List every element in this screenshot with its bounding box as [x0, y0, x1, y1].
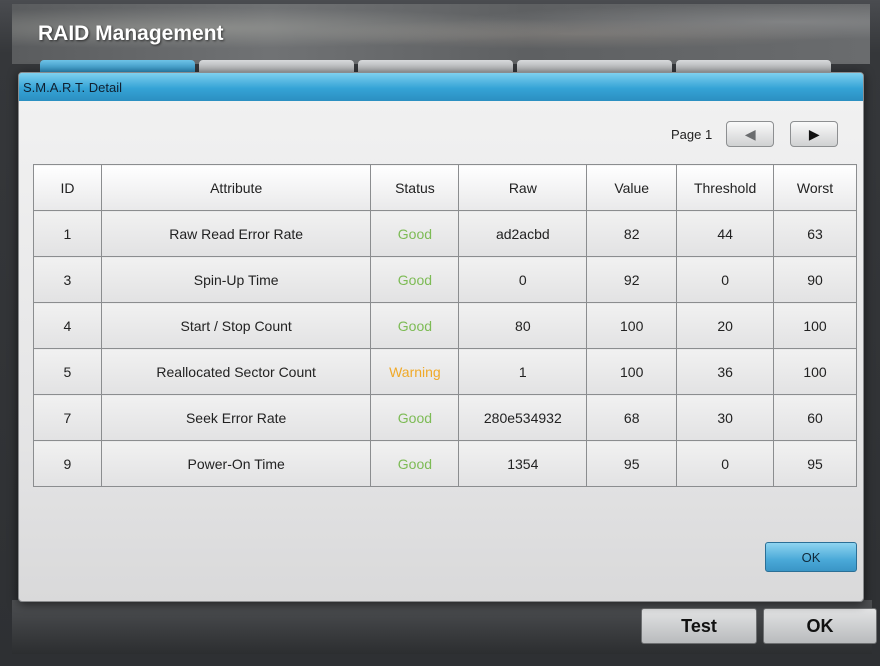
dialog-titlebar: S.M.A.R.T. Detail: [19, 73, 863, 101]
table-row: 5 Reallocated Sector Count Warning 1 100…: [33, 348, 857, 395]
cell-worst: 100: [773, 348, 857, 395]
test-button[interactable]: Test: [641, 608, 757, 644]
cell-value: 68: [586, 394, 678, 441]
cell-value: 100: [586, 302, 678, 349]
column-header-attribute: Attribute: [100, 164, 372, 211]
cell-raw: ad2acbd: [458, 210, 588, 257]
table-header-row: ID Attribute Status Raw Value Threshold …: [33, 164, 857, 211]
cell-status: Good: [370, 256, 460, 303]
table-row: 7 Seek Error Rate Good 280e534932 68 30 …: [33, 394, 857, 441]
cell-id: 4: [33, 302, 102, 349]
column-header-worst: Worst: [773, 164, 857, 211]
window-ok-button[interactable]: OK: [763, 608, 877, 644]
cell-attribute: Start / Stop Count: [100, 302, 372, 349]
page-label: Page 1: [671, 126, 713, 142]
cell-id: 5: [33, 348, 102, 395]
cell-value: 82: [586, 210, 678, 257]
next-page-button[interactable]: ▶: [790, 121, 839, 147]
main-tab-3[interactable]: [358, 60, 513, 72]
cell-threshold: 0: [676, 440, 775, 487]
previous-page-button[interactable]: ◀: [726, 121, 775, 147]
table-row: 4 Start / Stop Count Good 80 100 20 100: [33, 302, 857, 349]
cell-worst: 100: [773, 302, 857, 349]
cell-raw: 280e534932: [458, 394, 588, 441]
column-header-raw: Raw: [458, 164, 588, 211]
cell-attribute: Raw Read Error Rate: [100, 210, 372, 257]
cell-raw: 0: [458, 256, 588, 303]
cell-status: Warning: [370, 348, 460, 395]
window-title: RAID Management: [38, 22, 224, 45]
cell-value: 95: [586, 440, 678, 487]
cell-raw: 80: [458, 302, 588, 349]
cell-status: Good: [370, 394, 460, 441]
cell-worst: 95: [773, 440, 857, 487]
cell-worst: 63: [773, 210, 857, 257]
cell-attribute: Reallocated Sector Count: [100, 348, 372, 395]
table-row: 3 Spin-Up Time Good 0 92 0 90: [33, 256, 857, 303]
table-row: 9 Power-On Time Good 1354 95 0 95: [33, 440, 857, 487]
triangle-right-icon: ▶: [808, 125, 820, 142]
cell-status: Good: [370, 302, 460, 349]
table-row: 1 Raw Read Error Rate Good ad2acbd 82 44…: [33, 210, 857, 257]
cell-id: 7: [33, 394, 102, 441]
column-header-status: Status: [370, 164, 460, 211]
main-tab-strip: [40, 60, 831, 72]
column-header-threshold: Threshold: [676, 164, 775, 211]
main-tab-5[interactable]: [676, 60, 831, 72]
cell-id: 1: [33, 210, 102, 257]
column-header-id: ID: [33, 164, 102, 211]
cell-value: 92: [586, 256, 678, 303]
triangle-left-icon: ◀: [744, 125, 756, 142]
pager: Page 1 ◀ ▶: [671, 121, 839, 147]
cell-attribute: Power-On Time: [100, 440, 372, 487]
cell-attribute: Spin-Up Time: [100, 256, 372, 303]
dialog-title: S.M.A.R.T. Detail: [23, 79, 122, 95]
main-tab-4[interactable]: [517, 60, 672, 72]
main-tab-1[interactable]: [40, 60, 195, 72]
cell-threshold: 20: [676, 302, 775, 349]
main-tab-2[interactable]: [199, 60, 354, 72]
cell-raw: 1354: [458, 440, 588, 487]
cell-threshold: 44: [676, 210, 775, 257]
cell-worst: 60: [773, 394, 857, 441]
cell-status: Good: [370, 440, 460, 487]
cell-id: 3: [33, 256, 102, 303]
cell-raw: 1: [458, 348, 588, 395]
smart-table: ID Attribute Status Raw Value Threshold …: [33, 164, 857, 487]
cell-attribute: Seek Error Rate: [100, 394, 372, 441]
cell-threshold: 36: [676, 348, 775, 395]
column-header-value: Value: [586, 164, 678, 211]
cell-threshold: 0: [676, 256, 775, 303]
cell-threshold: 30: [676, 394, 775, 441]
cell-value: 100: [586, 348, 678, 395]
smart-detail-dialog: S.M.A.R.T. Detail Page 1 ◀ ▶ ID Attribut…: [18, 72, 864, 602]
cell-id: 9: [33, 440, 102, 487]
cell-status: Good: [370, 210, 460, 257]
dialog-ok-button[interactable]: OK: [765, 542, 857, 572]
cell-worst: 90: [773, 256, 857, 303]
